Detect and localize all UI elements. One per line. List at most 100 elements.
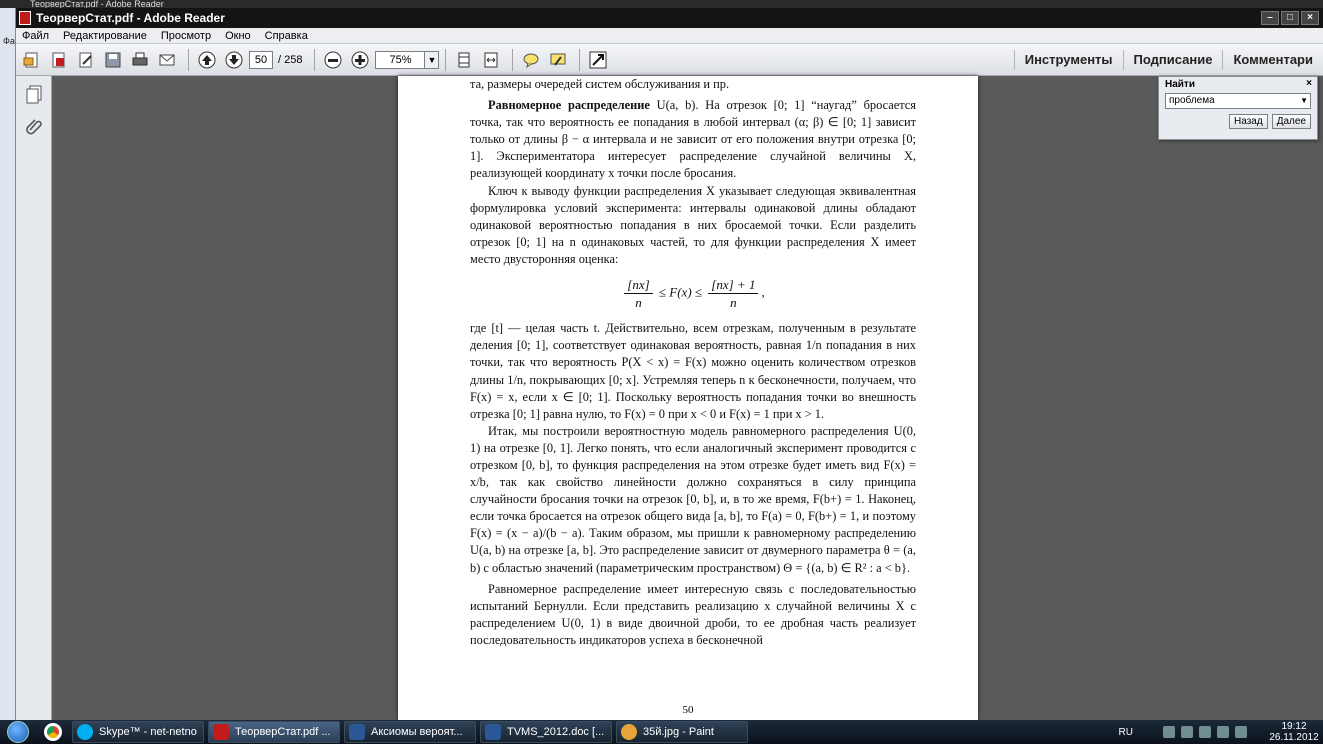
zoom-dropdown-button[interactable]: ▼ xyxy=(425,50,440,69)
fraction-right: [nx] + 1n xyxy=(708,276,759,311)
comments-link[interactable]: Комментари xyxy=(1222,50,1323,70)
highlight-button[interactable] xyxy=(546,48,570,72)
clock-date: 26.11.2012 xyxy=(1269,732,1319,743)
chrome-quicklaunch[interactable] xyxy=(36,721,70,743)
pdf-page: та, размеры очередей систем обслуживания… xyxy=(398,76,978,720)
next-page-button[interactable] xyxy=(222,48,246,72)
attachments-button[interactable] xyxy=(20,112,48,140)
network-icon[interactable] xyxy=(1217,726,1229,738)
background-window-titlebar: ТеорверСтат.pdf - Adobe Reader xyxy=(0,0,1323,8)
maximize-button[interactable]: □ xyxy=(1281,11,1299,25)
word-icon xyxy=(349,724,365,740)
close-button[interactable]: × xyxy=(1301,11,1319,25)
email-button[interactable] xyxy=(155,48,179,72)
toolbar: 50 / 258 75% ▼ Инструменты Подписание Ко… xyxy=(16,44,1323,76)
menu-help[interactable]: Справка xyxy=(265,30,308,42)
paragraph-uniform: Равномерное распределение U(a, b). На от… xyxy=(470,97,916,182)
task-word-tvms[interactable]: TVMS_2012.doc [... xyxy=(480,721,612,743)
paragraph-where: где [t] — целая часть t. Действительно, … xyxy=(470,321,916,421)
task-word-axioms-label: Аксиомы вероят... xyxy=(371,726,463,738)
fraction-left: [nx] n xyxy=(624,276,653,311)
page-text: та, размеры очередей систем обслуживания… xyxy=(470,76,916,649)
adobe-reader-icon xyxy=(19,11,31,25)
paragraph-bernoulli: Равномерное распределение имеет интересн… xyxy=(470,581,916,647)
menu-edit[interactable]: Редактирование xyxy=(63,30,147,42)
plus-icon xyxy=(351,51,369,68)
task-paint[interactable]: 35й.jpg - Paint xyxy=(616,721,748,743)
highlight-icon xyxy=(550,53,566,66)
pages-icon xyxy=(26,85,41,104)
chrome-icon xyxy=(44,723,62,741)
task-word-axioms[interactable]: Аксиомы вероят... xyxy=(344,721,476,743)
toolbar-separator xyxy=(314,48,316,71)
comment-icon xyxy=(523,53,539,68)
find-back-button[interactable]: Назад xyxy=(1229,114,1268,129)
toolbar-separator xyxy=(512,48,514,71)
save-button[interactable] xyxy=(101,48,125,72)
tools-link[interactable]: Инструменты xyxy=(1013,50,1123,70)
tray-icon[interactable] xyxy=(1163,726,1175,738)
find-title-text: Найти xyxy=(1165,79,1195,90)
zoom-out-button[interactable] xyxy=(321,48,345,72)
chevron-down-icon[interactable]: ▼ xyxy=(1300,94,1308,108)
full-screen-button[interactable] xyxy=(586,48,610,72)
window-controls: – □ × xyxy=(1261,11,1319,25)
toolbar-separator xyxy=(445,48,447,71)
document-area[interactable]: та, размеры очередей систем обслуживания… xyxy=(52,76,1323,720)
paint-icon xyxy=(621,724,637,740)
sign-link[interactable]: Подписание xyxy=(1122,50,1223,70)
previous-page-button[interactable] xyxy=(195,48,219,72)
tray-icon[interactable] xyxy=(1181,726,1193,738)
volume-icon[interactable] xyxy=(1235,726,1247,738)
open-file-icon xyxy=(23,52,38,67)
expand-icon xyxy=(589,51,607,68)
titlebar: ТеорверСтат.pdf - Adobe Reader – □ × xyxy=(16,8,1323,28)
minus-icon xyxy=(324,51,342,68)
paragraph-thus: Итак, мы построили вероятностную модель … xyxy=(470,423,916,575)
word-icon xyxy=(485,724,501,740)
find-next-button[interactable]: Далее xyxy=(1271,114,1311,129)
zoom-in-button[interactable] xyxy=(348,48,372,72)
edit-pdf-button[interactable] xyxy=(74,48,98,72)
task-reader-label: ТеорверСтат.pdf ... xyxy=(235,726,331,738)
menu-window[interactable]: Окно xyxy=(225,30,251,42)
task-reader[interactable]: ТеорверСтат.pdf ... xyxy=(208,721,340,743)
tray-icons xyxy=(1163,726,1247,738)
section-heading: Равномерное распределение xyxy=(488,98,650,113)
save-icon xyxy=(105,52,121,67)
zoom-level-field[interactable]: 75% xyxy=(375,50,426,69)
fit-width-button[interactable] xyxy=(479,48,503,72)
page-footer-number: 50 xyxy=(682,704,694,716)
minimize-button[interactable]: – xyxy=(1261,11,1279,25)
arrow-down-icon xyxy=(225,51,243,68)
open-file-button[interactable] xyxy=(20,48,44,72)
menu-file[interactable]: Файл xyxy=(22,30,49,42)
formula: [nx] n ≤ F(x) ≤ [nx] + 1n, xyxy=(470,276,916,311)
fraction-left-num: [nx] xyxy=(624,276,653,295)
comment-button[interactable] xyxy=(519,48,543,72)
find-panel: Найти × проблема ▼ Назад Далее xyxy=(1158,76,1318,140)
find-input[interactable]: проблема ▼ xyxy=(1165,93,1311,109)
menu-view[interactable]: Просмотр xyxy=(161,30,211,42)
toolbar-separator xyxy=(579,48,581,71)
page-number-input[interactable]: 50 xyxy=(249,50,273,69)
fraction-left-den: n xyxy=(635,295,642,311)
create-pdf-button[interactable] xyxy=(47,48,71,72)
start-button[interactable] xyxy=(0,720,36,744)
clock[interactable]: 19:12 26.11.2012 xyxy=(1265,721,1323,743)
skype-icon xyxy=(77,724,93,740)
fit-page-button[interactable] xyxy=(452,48,476,72)
task-skype[interactable]: Skype™ - net-netno xyxy=(72,721,204,743)
page-thumbnails-button[interactable] xyxy=(20,80,48,108)
print-icon xyxy=(132,52,148,65)
print-button[interactable] xyxy=(128,48,152,72)
paragraph-key: Ключ к выводу функции распределения X ук… xyxy=(470,183,916,266)
fit-width-icon xyxy=(484,52,498,67)
taskbar: Skype™ - net-netno ТеорверСтат.pdf ... А… xyxy=(0,720,1323,744)
create-pdf-icon xyxy=(52,52,65,67)
arrow-up-icon xyxy=(198,51,216,68)
language-indicator[interactable]: RU xyxy=(1119,727,1133,738)
close-icon[interactable]: × xyxy=(1306,78,1312,89)
task-paint-label: 35й.jpg - Paint xyxy=(643,726,714,738)
tray-icon[interactable] xyxy=(1199,726,1211,738)
